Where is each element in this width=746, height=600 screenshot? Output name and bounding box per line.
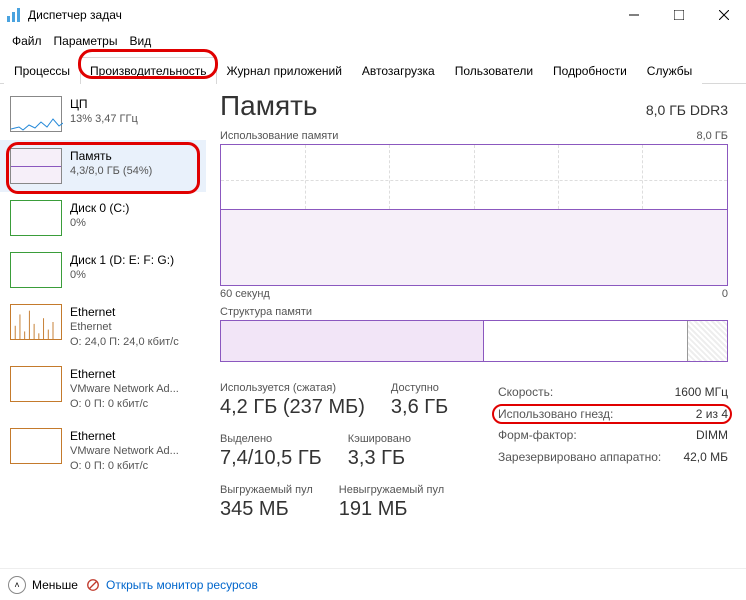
main-panel: Память 8,0 ГБ DDR3 Использование памяти … [206,84,746,568]
spec-value: 2 из 4 [696,404,728,426]
menu-options[interactable]: Параметры [48,32,124,50]
tab-details[interactable]: Подробности [543,57,637,84]
stat-label: Доступно [391,382,448,394]
sidebar-item-sub: VMware Network Ad... [70,444,179,459]
spec-key: Зарезервировано аппаратно: [498,447,661,469]
sidebar-item-sub: VMware Network Ad... [70,382,179,397]
sidebar-item-detail: О: 0 П: 0 кбит/с [70,397,179,412]
footer: ˄ Меньше Открыть монитор ресурсов [0,568,746,600]
stat-label: Используется (сжатая) [220,382,365,394]
ethernet-thumb-icon [10,428,62,464]
stat-value: 3,6 ГБ [391,396,448,419]
sidebar-item-label: Ethernet [70,366,179,382]
titlebar: Диспетчер задач [0,0,746,30]
sidebar-item-detail: О: 24,0 П: 24,0 кбит/с [70,335,179,350]
menu-view[interactable]: Вид [123,32,157,50]
spec-key: Скорость: [498,382,553,404]
sidebar-item-cpu[interactable]: ЦП 13% 3,47 ГГц [0,88,206,140]
window-controls [611,0,746,30]
tab-apphistory[interactable]: Журнал приложений [217,57,352,84]
sidebar-item-label: Диск 1 (D: E: F: G:) [70,252,174,268]
sidebar-item-eth1[interactable]: Ethernet VMware Network Ad... О: 0 П: 0 … [0,358,206,420]
tab-performance[interactable]: Производительность [80,57,216,84]
menubar: Файл Параметры Вид [0,30,746,52]
minimize-button[interactable] [611,0,656,30]
tab-processes[interactable]: Процессы [4,57,80,84]
ethernet-thumb-icon [10,366,62,402]
sidebar-item-detail: 13% 3,47 ГГц [70,112,138,127]
sidebar-item-label: ЦП [70,96,138,112]
chevron-up-icon: ˄ [8,576,26,594]
sidebar-item-label: Диск 0 (C:) [70,200,129,216]
composition-label: Структура памяти [220,306,312,318]
sidebar-item-label: Память [70,148,152,164]
memory-composition-chart [220,320,728,362]
disk-thumb-icon [10,200,62,236]
sidebar-item-detail: 0% [70,216,129,231]
tab-startup[interactable]: Автозагрузка [352,57,445,84]
memory-thumb-icon [10,148,62,184]
sidebar-item-detail: 4,3/8,0 ГБ (54%) [70,164,152,179]
stat-value: 345 МБ [220,498,313,521]
sidebar-item-detail: 0% [70,268,174,283]
close-button[interactable] [701,0,746,30]
sidebar-item-disk1[interactable]: Диск 1 (D: E: F: G:) 0% [0,244,206,296]
stats-left: Используется (сжатая) 4,2 ГБ (237 МБ) До… [220,382,464,521]
resource-monitor-label: Открыть монитор ресурсов [106,578,258,592]
maximize-button[interactable] [656,0,701,30]
stat-label: Выделено [220,433,322,445]
stat-label: Выгружаемый пул [220,484,313,496]
stat-value: 7,4/10,5 ГБ [220,447,322,470]
stats-right: Скорость: 1600 МГц Использовано гнезд: 2… [498,382,728,521]
x-axis-left: 60 секунд [220,288,270,300]
stat-value: 3,3 ГБ [348,447,411,470]
stat-value: 4,2 ГБ (237 МБ) [220,396,365,419]
spec-value: 42,0 МБ [683,447,728,469]
fewer-details-button[interactable]: ˄ Меньше [8,576,78,594]
sidebar-item-label: Ethernet [70,428,179,444]
stat-label: Невыгружаемый пул [339,484,444,496]
sidebar-item-disk0[interactable]: Диск 0 (C:) 0% [0,192,206,244]
x-axis-right: 0 [722,288,728,300]
sidebar-item-eth2[interactable]: Ethernet VMware Network Ad... О: 0 П: 0 … [0,420,206,482]
disk-thumb-icon [10,252,62,288]
sidebar-item-sub: Ethernet [70,320,179,335]
stat-value: 191 МБ [339,498,444,521]
memory-usage-chart [220,144,728,286]
app-icon [6,7,22,23]
open-resource-monitor-link[interactable]: Открыть монитор ресурсов [86,578,258,592]
resource-monitor-icon [86,578,100,592]
cpu-thumb-icon [10,96,62,132]
window-title: Диспетчер задач [28,8,122,22]
spec-value: DIMM [696,425,728,447]
memory-spec: 8,0 ГБ DDR3 [646,102,728,118]
spec-value: 1600 МГц [675,382,728,404]
ethernet-thumb-icon [10,304,62,340]
tab-services[interactable]: Службы [637,57,702,84]
spec-key: Использовано гнезд: [498,404,613,426]
sidebar-item-label: Ethernet [70,304,179,320]
spec-key: Форм-фактор: [498,425,577,447]
sidebar-item-detail: О: 0 П: 0 кбит/с [70,459,179,474]
sidebar: ЦП 13% 3,47 ГГц Память 4,3/8,0 ГБ (54%) … [0,84,206,568]
usage-graph-max: 8,0 ГБ [696,130,728,142]
fewer-details-label: Меньше [32,578,78,592]
tabs: Процессы Производительность Журнал прило… [0,56,746,84]
menu-file[interactable]: Файл [6,32,48,50]
page-title: Память [220,90,318,122]
usage-graph-label: Использование памяти [220,130,338,142]
sidebar-item-eth0[interactable]: Ethernet Ethernet О: 24,0 П: 24,0 кбит/с [0,296,206,358]
sidebar-item-memory[interactable]: Память 4,3/8,0 ГБ (54%) [0,140,206,192]
stat-label: Кэшировано [348,433,411,445]
tab-users[interactable]: Пользователи [445,57,543,84]
